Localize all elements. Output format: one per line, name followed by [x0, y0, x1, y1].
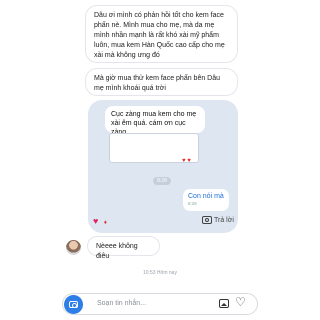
message-text: Dâu ơi mình có phản hồi tốt cho kem face… [94, 12, 225, 59]
shared-reply-time: 8:28 [188, 201, 197, 206]
reaction-row[interactable]: ♥ ♦ [93, 216, 107, 226]
small-reaction-icon[interactable]: ♦ [104, 220, 107, 226]
message-text: Mà giờ mua thử kem face phấn bên Dâu mẹ … [94, 75, 221, 92]
camera-icon [202, 216, 212, 224]
shared-inner-message: Cục zàng mua kem cho mẹ xài êm quá. cám … [105, 106, 205, 136]
camera-button[interactable] [64, 295, 83, 314]
reply-button[interactable]: Trả lời [202, 216, 234, 224]
message-bubble-2[interactable]: Mà giờ mua thử kem face phấn bên Dâu mẹ … [85, 68, 238, 96]
heart-icon[interactable]: ♡ [235, 296, 246, 308]
camera-icon [69, 301, 78, 308]
avatar[interactable] [66, 240, 81, 255]
incoming-message-bubble[interactable]: Nèeee không điêu [87, 236, 160, 260]
image-icon[interactable] [219, 299, 229, 308]
shared-reply-text: Con nói mà [188, 193, 224, 200]
message-text: Nèeee không điêu [96, 243, 138, 260]
chat-timestamp: 10:53 Hôm nay [143, 270, 177, 276]
heart-reaction-icon[interactable]: ♥ [93, 216, 98, 226]
shared-time-pill: 8:28 [153, 177, 171, 185]
message-bubble-1[interactable]: Dâu ơi mình có phản hồi tốt cho kem face… [85, 5, 238, 63]
reply-label: Trả lời [214, 216, 234, 224]
shared-inner-reactions: ♥ ♥ [182, 158, 191, 164]
shared-inner-reply: Con nói mà 8:28 [183, 189, 229, 211]
message-input[interactable]: Soạn tin nhắn... [97, 300, 146, 307]
